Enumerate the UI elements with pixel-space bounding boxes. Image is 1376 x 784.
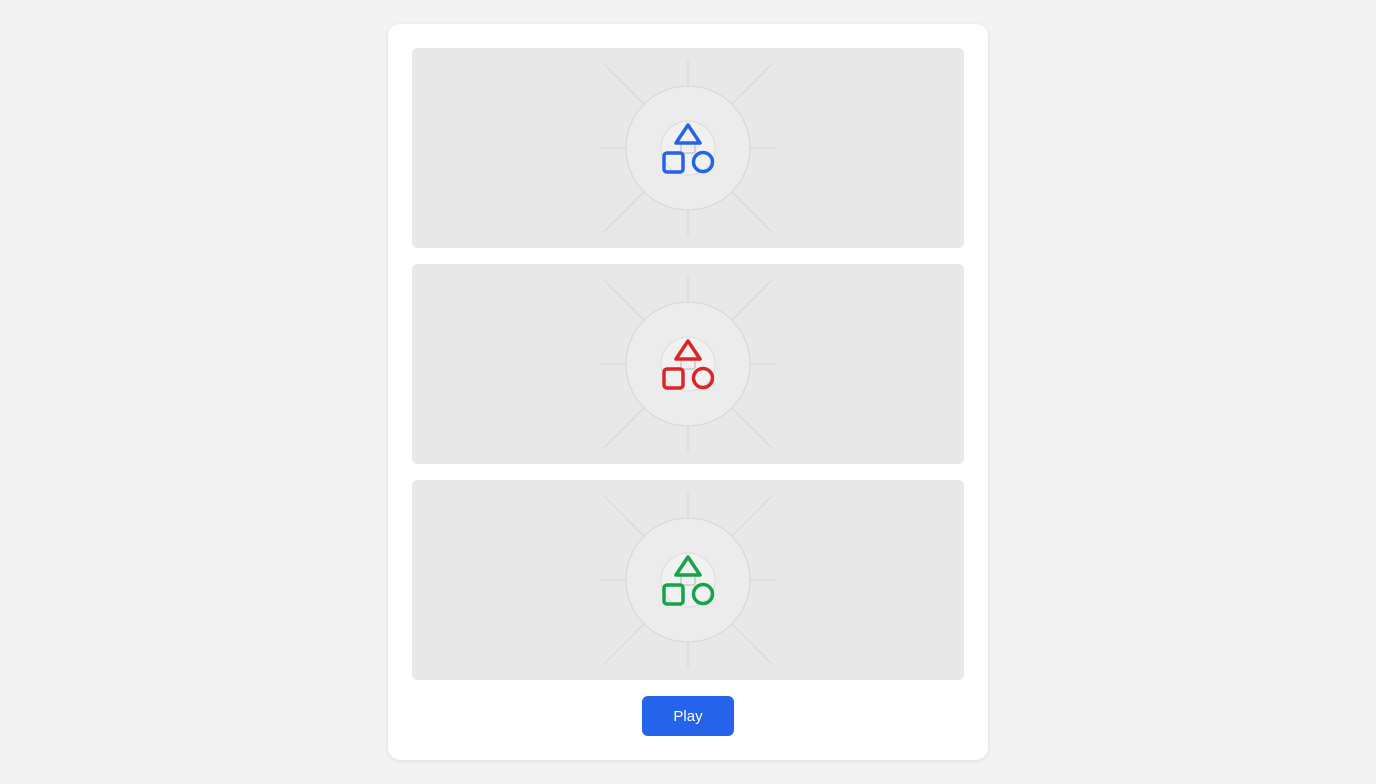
game-card: Play: [388, 24, 988, 760]
inner-ring: [660, 120, 716, 176]
inner-ring: [660, 336, 716, 392]
panel-blue-graphic: [600, 60, 776, 236]
panel-red[interactable]: [412, 264, 964, 464]
panel-green[interactable]: [412, 480, 964, 680]
play-button[interactable]: Play: [642, 696, 734, 736]
panel-blue[interactable]: [412, 48, 964, 248]
panel-green-graphic: [600, 492, 776, 668]
panel-red-graphic: [600, 276, 776, 452]
inner-ring: [660, 552, 716, 608]
